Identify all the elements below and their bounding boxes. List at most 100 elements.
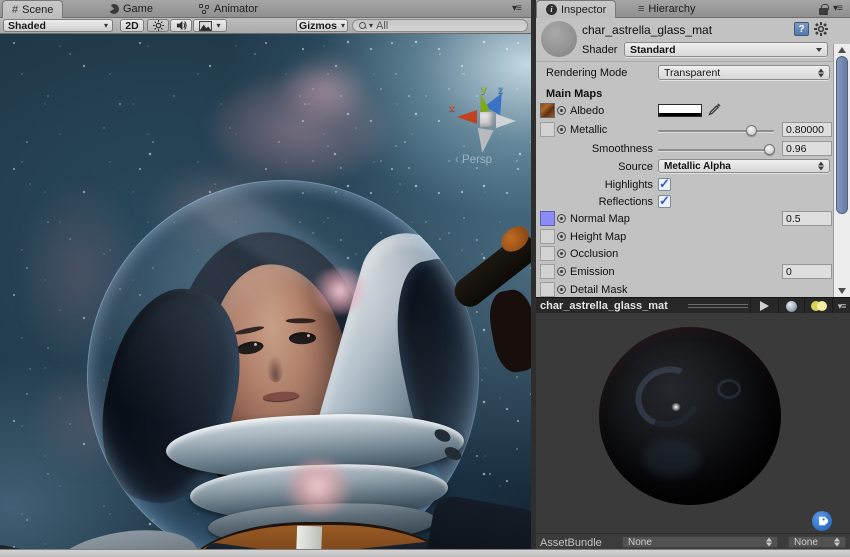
metallic-row: Metallic 0.80000: [536, 122, 833, 139]
source-dropdown[interactable]: Metallic Alpha: [658, 159, 830, 173]
tag-icon[interactable]: [812, 511, 832, 531]
scene-effects-dropdown[interactable]: ▾: [193, 19, 227, 32]
inspector-panel-menu-icon[interactable]: ▾≡: [833, 3, 842, 14]
detail-mask-label: Detail Mask: [570, 284, 627, 296]
shading-mode-dropdown[interactable]: Shaded ▾: [3, 19, 113, 32]
gizmos-dropdown[interactable]: Gizmos ▾: [296, 19, 348, 32]
smoothness-slider-knob[interactable]: [764, 144, 775, 155]
suit-white-strap: [295, 526, 322, 549]
occlusion-label: Occlusion: [570, 248, 618, 260]
emission-row: Emission 0: [536, 264, 833, 281]
persp-arrow-icon: ‹: [455, 154, 462, 166]
height-map-texture-slot[interactable]: [540, 229, 555, 244]
tab-scene[interactable]: # Scene: [2, 0, 63, 18]
tab-hierarchy-label: Hierarchy: [648, 3, 695, 15]
tab-animator-label: Animator: [214, 3, 258, 15]
chevron-down-icon: ▾: [369, 21, 373, 30]
detail-mask-texture-slot[interactable]: [540, 282, 555, 297]
tab-animator[interactable]: Animator: [190, 0, 267, 18]
scene-search-input[interactable]: ▾ All: [352, 19, 528, 32]
emission-texture-slot[interactable]: [540, 264, 555, 279]
tab-inspector[interactable]: i Inspector: [536, 0, 616, 18]
texture-picker-icon[interactable]: [557, 249, 566, 258]
smoothness-value-field[interactable]: 0.96: [782, 141, 832, 156]
assetbundle-dropdown[interactable]: None: [622, 536, 778, 548]
scene-panel-menu-icon[interactable]: ▾≡: [512, 3, 521, 14]
emission-value-field[interactable]: 0: [782, 264, 832, 279]
scrollbar-up-icon[interactable]: [838, 47, 846, 53]
chevron-down-icon: ▾: [104, 21, 108, 30]
material-preview-sphere[interactable]: [599, 327, 781, 505]
preview-play-button[interactable]: [750, 298, 778, 314]
scrollbar-down-icon[interactable]: [838, 288, 846, 294]
gear-icon[interactable]: [814, 22, 828, 36]
material-preview-area[interactable]: [536, 313, 850, 533]
gizmo-cone-down[interactable]: [474, 128, 493, 154]
gizmo-y-cone[interactable]: [476, 93, 490, 113]
normal-map-texture-thumbnail[interactable]: [540, 211, 555, 226]
preview-title: char_astrella_glass_mat: [540, 300, 668, 312]
preview-light-toggle-button[interactable]: [804, 298, 832, 314]
chevron-down-icon: ▾: [216, 21, 220, 30]
metallic-texture-slot[interactable]: [540, 122, 555, 137]
metallic-label: Metallic: [570, 124, 607, 136]
reflections-checkbox[interactable]: [658, 195, 671, 208]
search-text: All: [376, 20, 388, 32]
source-value: Metallic Alpha: [664, 161, 731, 172]
texture-picker-icon[interactable]: [557, 125, 566, 134]
2d-toggle-button[interactable]: 2D: [120, 19, 144, 32]
albedo-color-swatch[interactable]: [658, 104, 702, 117]
inspector-panel: i Inspector ≡ Hierarchy ▾≡ char_astrella…: [536, 0, 850, 557]
preview-menu-icon[interactable]: ▾≡: [832, 298, 850, 314]
dropdown-arrows-icon: [766, 538, 773, 547]
lock-icon[interactable]: [819, 8, 828, 15]
metallic-slider-knob[interactable]: [746, 125, 757, 136]
tab-hierarchy[interactable]: ≡ Hierarchy: [629, 0, 705, 18]
metallic-value-field[interactable]: 0.80000: [782, 122, 832, 137]
inspector-tabbar: i Inspector ≡ Hierarchy ▾≡: [536, 0, 850, 18]
gizmo-center-cube[interactable]: [480, 112, 494, 127]
image-icon: [199, 21, 212, 31]
height-map-row: Height Map: [536, 229, 833, 246]
texture-picker-icon[interactable]: [557, 106, 566, 115]
scene-viewport[interactable]: x y z ‹ Persp: [0, 34, 532, 549]
projection-mode-label[interactable]: ‹ Persp: [455, 154, 492, 166]
gizmo-cone-right[interactable]: [496, 114, 516, 128]
eyedropper-icon[interactable]: [708, 103, 721, 119]
sphere-specular-highlight: [671, 403, 681, 411]
sphere-lower-reflection: [643, 439, 701, 477]
hierarchy-icon: ≡: [638, 3, 644, 15]
dropdown-arrows-icon: [818, 68, 825, 77]
assetbundle-bar: AssetBundle None None: [536, 533, 850, 549]
texture-picker-icon[interactable]: [557, 214, 566, 223]
texture-picker-icon[interactable]: [557, 267, 566, 276]
scene-grid-icon: #: [12, 4, 18, 16]
source-label: Source: [536, 161, 653, 173]
shading-mode-label: Shaded: [8, 20, 46, 32]
assetbundle-variant-value: None: [794, 537, 818, 548]
shader-dropdown[interactable]: Standard: [624, 42, 828, 57]
preview-header[interactable]: char_astrella_glass_mat ▾≡: [536, 297, 850, 313]
assetbundle-variant-dropdown[interactable]: None: [788, 536, 846, 548]
inspector-scrollbar[interactable]: [833, 44, 850, 297]
texture-picker-icon[interactable]: [557, 285, 566, 294]
gizmo-x-cone[interactable]: [457, 110, 477, 124]
scene-audio-button[interactable]: [170, 19, 192, 32]
rendering-mode-dropdown[interactable]: Transparent: [658, 65, 830, 80]
sphere-icon: [786, 301, 797, 312]
occlusion-texture-slot[interactable]: [540, 246, 555, 261]
preview-drag-handle[interactable]: [688, 304, 748, 308]
metallic-slider[interactable]: [658, 130, 774, 132]
tab-game[interactable]: Game: [100, 0, 162, 18]
scrollbar-thumb[interactable]: [836, 56, 848, 214]
preview-sphere-mode-button[interactable]: [778, 298, 804, 314]
texture-picker-icon[interactable]: [557, 232, 566, 241]
smoothness-slider[interactable]: [658, 149, 774, 151]
highlights-checkbox[interactable]: [658, 178, 671, 191]
sun-icon: [153, 20, 164, 31]
help-icon[interactable]: ?: [794, 22, 809, 36]
normal-map-value-field[interactable]: 0.5: [782, 211, 832, 226]
scene-lighting-button[interactable]: [147, 19, 169, 32]
albedo-texture-thumbnail[interactable]: [540, 103, 555, 118]
play-icon: [760, 301, 769, 311]
